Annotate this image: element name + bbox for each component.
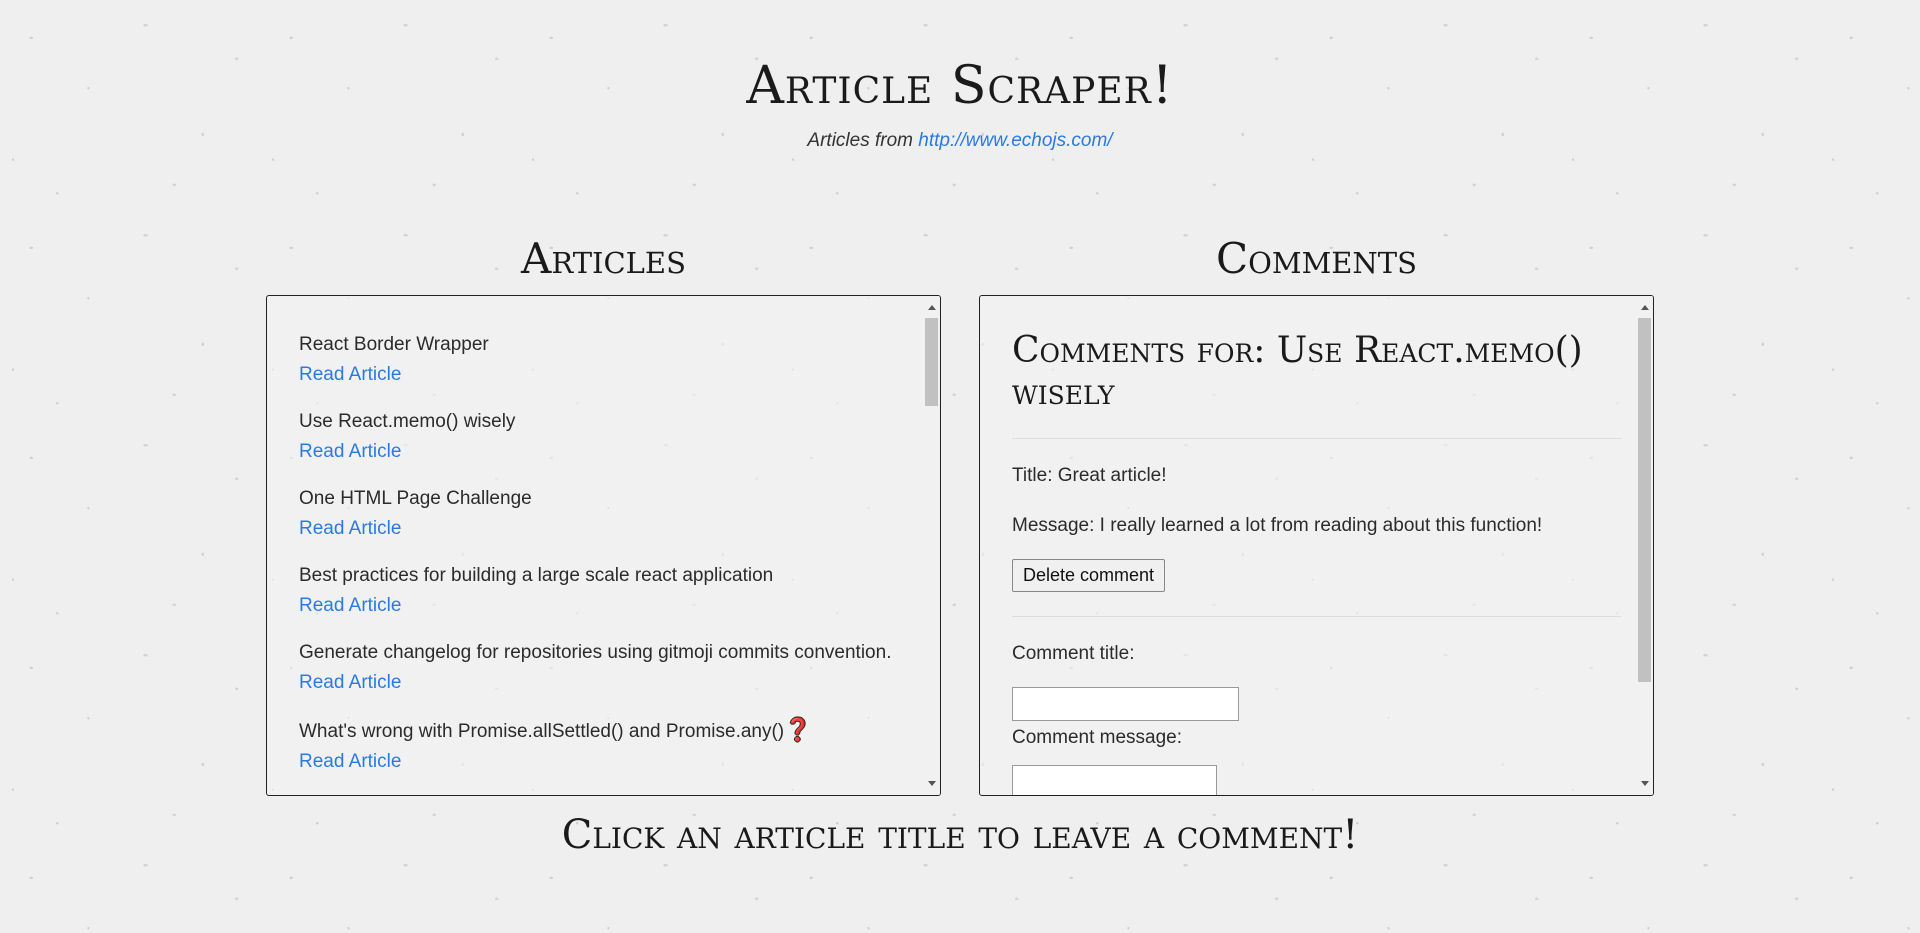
article-item: What's wrong with Promise.allSettled() a… <box>299 715 908 777</box>
comment-entry: Title: Great article! Message: I really … <box>1012 463 1621 592</box>
article-title-text: What's wrong with Promise.allSettled() a… <box>299 721 785 742</box>
article-item: One HTML Page Challenge Read Article <box>299 484 908 544</box>
comment-message-input[interactable] <box>1012 765 1217 795</box>
comment-form: Comment title: Comment message: <box>1012 641 1621 795</box>
scroll-down-icon[interactable] <box>1641 781 1649 786</box>
article-list: React Border Wrapper Read Article Use Re… <box>299 296 908 777</box>
article-item: Use React.memo() wisely Read Article <box>299 407 908 467</box>
comments-heading: Comments <box>1215 234 1418 283</box>
comments-panel-title: Comments for: Use React.memo() wisely <box>1012 330 1583 413</box>
subtitle-prefix: Articles from <box>807 130 913 151</box>
scroll-up-icon[interactable] <box>1641 305 1649 310</box>
comment-message-label: Comment message: <box>1012 727 1183 748</box>
article-item: Generate changelog for repositories usin… <box>299 638 908 698</box>
site-title: Article Scraper! <box>746 56 1174 116</box>
scroll-up-icon[interactable] <box>928 305 936 310</box>
divider <box>1012 616 1621 617</box>
footer-instruction: Click an article title to leave a commen… <box>561 812 1359 858</box>
page-header: Article Scraper! Articles from http://ww… <box>0 56 1920 152</box>
article-title[interactable]: What's wrong with Promise.allSettled() a… <box>299 715 908 747</box>
article-item: React Border Wrapper Read Article <box>299 330 908 390</box>
article-title[interactable]: Use React.memo() wisely <box>299 407 908 437</box>
articles-list-container: React Border Wrapper Read Article Use Re… <box>299 296 908 795</box>
read-article-link[interactable]: Read Article <box>299 668 908 698</box>
divider <box>1012 438 1621 439</box>
subtitle: Articles from http://www.echojs.com/ <box>0 130 1920 152</box>
articles-scrollbar[interactable] <box>923 296 940 795</box>
comments-scrollbar[interactable] <box>1636 296 1653 795</box>
comment-message: Message: I really learned a lot from rea… <box>1012 515 1543 536</box>
article-title[interactable]: Generate changelog for repositories usin… <box>299 638 908 668</box>
comment-title-label: Comment title: <box>1012 643 1135 664</box>
scroll-down-icon[interactable] <box>928 781 936 786</box>
question-mark-icon: ❓ <box>784 717 812 742</box>
read-article-link[interactable]: Read Article <box>299 514 908 544</box>
article-title[interactable]: One HTML Page Challenge <box>299 484 908 514</box>
article-item: Best practices for building a large scal… <box>299 561 908 621</box>
comments-scroll-thumb[interactable] <box>1638 318 1651 682</box>
article-title[interactable]: Best practices for building a large scal… <box>299 561 908 591</box>
articles-heading: Articles <box>521 234 686 283</box>
source-link[interactable]: http://www.echojs.com/ <box>918 130 1112 151</box>
delete-comment-button[interactable]: Delete comment <box>1012 559 1166 592</box>
read-article-link[interactable]: Read Article <box>299 437 908 467</box>
read-article-link[interactable]: Read Article <box>299 747 908 777</box>
comments-content: Comments for: Use React.memo() wisely Ti… <box>1012 296 1621 795</box>
read-article-link[interactable]: Read Article <box>299 591 908 621</box>
articles-panel[interactable]: React Border Wrapper Read Article Use Re… <box>266 295 941 796</box>
articles-scroll-thumb[interactable] <box>925 318 938 406</box>
article-title[interactable]: React Border Wrapper <box>299 330 908 360</box>
comment-title-input[interactable] <box>1012 687 1239 721</box>
read-article-link[interactable]: Read Article <box>299 360 908 390</box>
comments-panel[interactable]: Comments for: Use React.memo() wisely Ti… <box>979 295 1654 796</box>
comment-title: Title: Great article! <box>1012 465 1167 486</box>
